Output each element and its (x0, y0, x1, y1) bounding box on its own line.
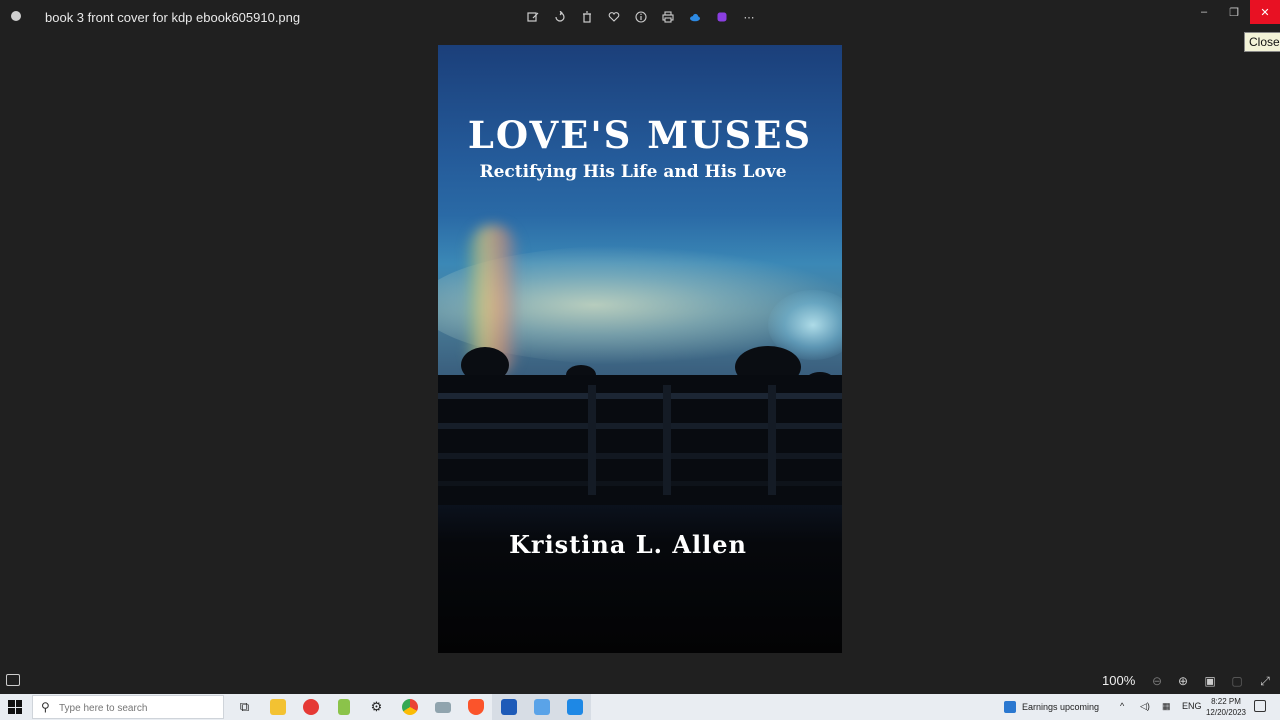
clipchamp-icon[interactable] (713, 8, 731, 26)
onedrive-icon[interactable] (686, 8, 704, 26)
actual-size-icon[interactable]: ▢ (1228, 672, 1246, 690)
info-icon[interactable] (632, 8, 650, 26)
clock[interactable]: 8:22 PM 12/20/2023 (1204, 696, 1248, 718)
favorite-icon[interactable] (605, 8, 623, 26)
cover-title: LOVE'S MUSES (467, 113, 813, 157)
zoom-out-icon[interactable]: ⊖ (1148, 672, 1166, 690)
notepad-icon[interactable] (327, 694, 360, 720)
recorder-app-icon[interactable] (294, 694, 327, 720)
taskbar-pinned-apps: ⧉ ⚙ (228, 694, 591, 720)
start-windows-icon[interactable] (8, 700, 22, 714)
image-toolbar: ⋯ (524, 8, 758, 26)
photos-app-window: book 3 front cover for kdp ebook605910.p… (0, 0, 1280, 720)
file-title: book 3 front cover for kdp ebook605910.p… (45, 10, 301, 25)
clock-time: 8:22 PM (1211, 697, 1241, 706)
displayed-image[interactable]: LOVE'S MUSES Rectifying His Life and His… (438, 45, 842, 653)
maximize-button[interactable]: ❐ (1218, 0, 1250, 24)
viewer-status-bar: 100% ⊖ ⊕ ▣ ▢ ⤢ (0, 668, 1280, 694)
title-bar: book 3 front cover for kdp ebook605910.p… (0, 0, 1280, 34)
search-input[interactable] (59, 700, 219, 716)
close-button[interactable]: ✕ (1250, 0, 1280, 24)
volume-icon[interactable]: ◁) (1140, 701, 1150, 712)
notification-icon[interactable] (1254, 700, 1266, 712)
search-icon: ⚲ (41, 700, 50, 714)
news-widget[interactable]: Earnings upcoming (1004, 701, 1099, 713)
chevron-up-icon[interactable]: ^ (1120, 701, 1124, 711)
fullscreen-icon[interactable]: ⤢ (1256, 672, 1274, 690)
cover-subtitle: Rectifying His Life and His Love (479, 162, 787, 182)
print-icon[interactable] (659, 8, 677, 26)
delete-icon[interactable] (578, 8, 596, 26)
fit-to-window-icon[interactable]: ▣ (1201, 672, 1219, 690)
file-explorer-icon[interactable] (261, 694, 294, 720)
network-icon[interactable]: ▦ (1162, 701, 1171, 712)
zoom-in-icon[interactable]: ⊕ (1174, 672, 1192, 690)
taskbar-search-box[interactable]: ⚲ (32, 695, 224, 719)
brave-browser-icon[interactable] (459, 694, 492, 720)
system-tray: Earnings upcoming ^ ◁) ▦ ENG 8:22 PM 12/… (1000, 694, 1280, 720)
zoom-level[interactable]: 100% (1102, 673, 1135, 688)
close-tooltip: Close (1244, 32, 1280, 52)
cover-author: Kristina L. Allen (509, 530, 747, 559)
photos-app-icon[interactable] (6, 6, 26, 26)
windows-taskbar: ⚲ ⧉ ⚙ Earnings upcoming ^ ◁) ▦ ENG (0, 694, 1280, 720)
photos-taskbar-icon[interactable] (558, 694, 591, 720)
chrome-icon[interactable] (393, 694, 426, 720)
minimize-button[interactable]: – (1188, 0, 1220, 24)
mail-icon[interactable] (426, 694, 459, 720)
task-view-icon[interactable]: ⧉ (228, 694, 261, 720)
filmstrip-toggle-icon[interactable] (6, 674, 20, 686)
news-text: Earnings upcoming (1022, 702, 1100, 712)
news-icon (1004, 701, 1016, 713)
screen-recorder-icon[interactable] (525, 694, 558, 720)
fence-silhouette (438, 375, 842, 505)
language-indicator[interactable]: ENG (1182, 701, 1202, 711)
more-options-icon[interactable]: ⋯ (740, 8, 758, 26)
clock-date: 12/20/2023 (1205, 708, 1247, 717)
edit-image-icon[interactable] (524, 8, 542, 26)
rotate-icon[interactable] (551, 8, 569, 26)
word-icon[interactable] (492, 694, 525, 720)
settings-gear-icon[interactable]: ⚙ (360, 694, 393, 720)
